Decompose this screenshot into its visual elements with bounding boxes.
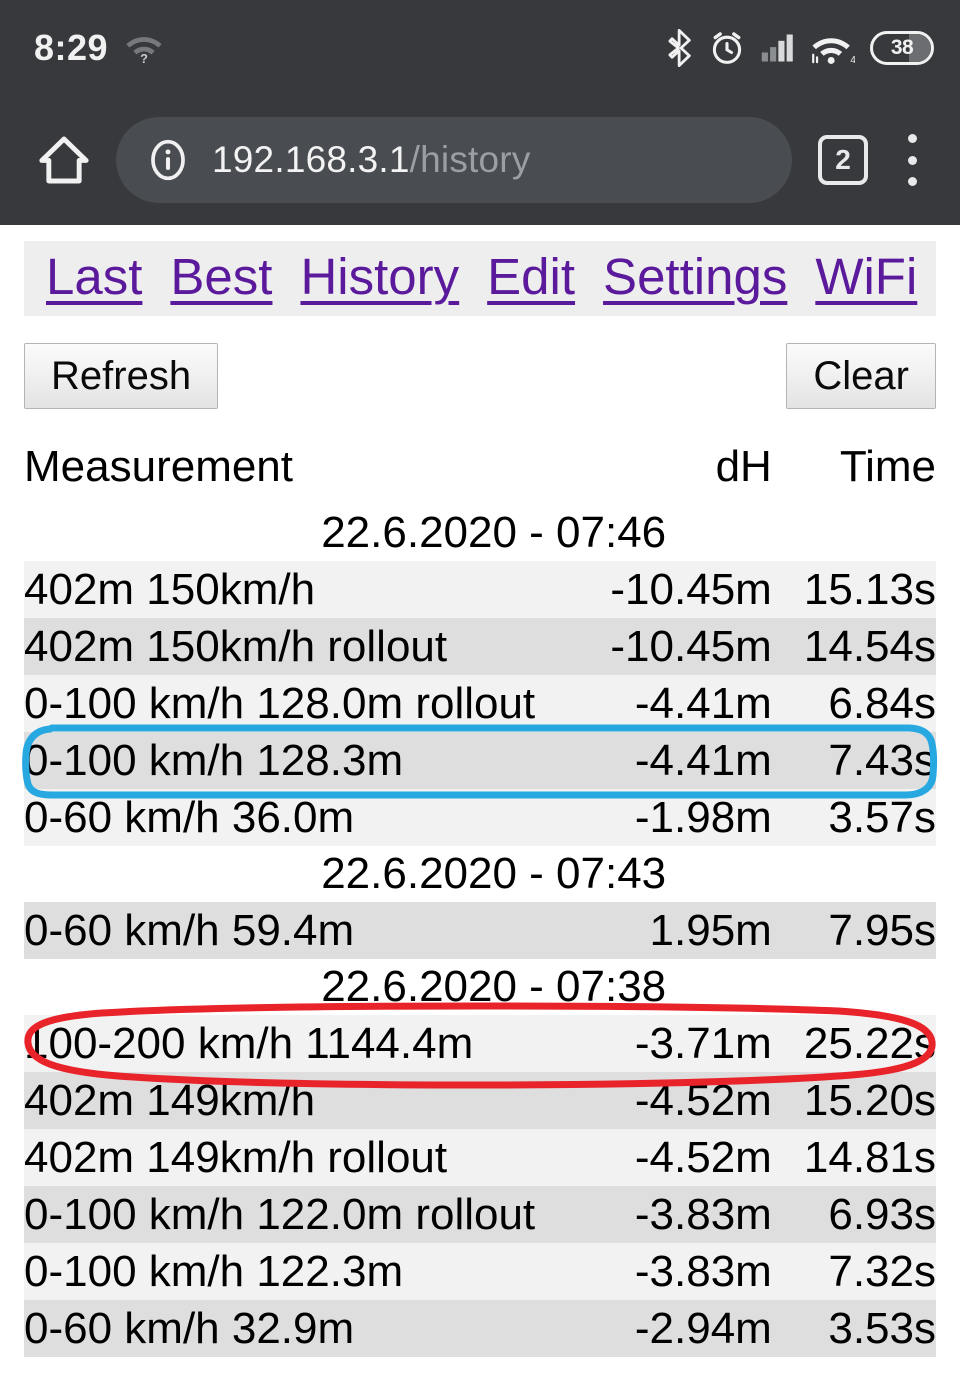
row-measurement: 100-200 km/h 1144.4m (24, 1015, 581, 1072)
kebab-dot-3 (907, 177, 917, 186)
cell-signal-icon (760, 31, 796, 65)
bluetooth-icon (668, 28, 694, 67)
row-dh: -10.45m (580, 561, 772, 618)
column-header-time: Time (771, 435, 936, 505)
home-icon[interactable] (28, 132, 100, 188)
row-dh: -3.71m (580, 1015, 772, 1072)
nav-link-wifi[interactable]: WiFi (801, 247, 931, 306)
browser-toolbar: 192.168.3.1/history 2 (0, 95, 960, 225)
row-time: 7.95s (771, 902, 936, 959)
history-table-wrapper: Measurement dH Time 22.6.2020 - 07:46 402… (22, 435, 938, 1357)
info-icon[interactable] (146, 138, 190, 182)
row-measurement: 402m 150km/h (24, 561, 581, 618)
row-measurement: 0-100 km/h 122.3m (24, 1243, 581, 1300)
site-nav: Last Best History Edit Settings WiFi (24, 241, 936, 316)
nav-link-settings[interactable]: Settings (589, 247, 801, 306)
table-date-separator: 22.6.2020 - 07:38 (24, 959, 936, 1015)
table-row: 0-60 km/h 59.4m 1.95m 7.95s (24, 902, 936, 959)
row-time: 14.54s (771, 618, 936, 675)
row-dh: -4.52m (580, 1129, 772, 1186)
svg-text:4: 4 (850, 55, 855, 66)
table-row: 0-60 km/h 36.0m -1.98m 3.57s (24, 789, 936, 846)
nav-link-history[interactable]: History (286, 247, 473, 306)
row-dh: -4.41m (580, 675, 772, 732)
row-time: 15.20s (771, 1072, 936, 1129)
url-bar[interactable]: 192.168.3.1/history (116, 117, 792, 203)
row-time: 3.57s (771, 789, 936, 846)
url-path: /history (409, 139, 531, 180)
row-measurement: 0-100 km/h 128.0m rollout (24, 675, 581, 732)
history-table: Measurement dH Time 22.6.2020 - 07:46 402… (24, 435, 936, 1357)
table-header-row: Measurement dH Time (24, 435, 936, 505)
wifi-icon: 4 (811, 30, 855, 66)
row-dh: -2.94m (580, 1300, 772, 1357)
android-status-bar: 8:29 ? 38 (0, 0, 960, 95)
status-bar-left: 8:29 ? (34, 27, 164, 69)
row-time: 7.43s (771, 732, 936, 789)
nav-link-best[interactable]: Best (156, 247, 286, 306)
battery-icon: 38 (870, 30, 934, 65)
table-row: 0-100 km/h 128.3m -4.41m 7.43s (24, 732, 936, 789)
row-measurement: 0-60 km/h 36.0m (24, 789, 581, 846)
action-button-row: Refresh Clear (24, 343, 936, 409)
row-time: 6.84s (771, 675, 936, 732)
row-dh: -10.45m (580, 618, 772, 675)
url-text[interactable]: 192.168.3.1/history (212, 139, 531, 181)
row-dh: -3.83m (580, 1243, 772, 1300)
tab-count-icon[interactable]: 2 (818, 135, 868, 185)
date-separator-label: 22.6.2020 - 07:43 (24, 846, 936, 902)
table-header: Measurement dH Time (24, 435, 936, 505)
row-dh: 1.95m (580, 902, 772, 959)
row-measurement: 0-60 km/h 32.9m (24, 1300, 581, 1357)
kebab-dot-1 (907, 134, 917, 143)
table-date-separator: 22.6.2020 - 07:46 (24, 505, 936, 561)
row-time: 15.13s (771, 561, 936, 618)
table-row: 0-100 km/h 122.0m rollout -3.83m 6.93s (24, 1186, 936, 1243)
alarm-icon (709, 29, 745, 67)
row-measurement: 0-100 km/h 122.0m rollout (24, 1186, 581, 1243)
date-separator-label: 22.6.2020 - 07:46 (24, 505, 936, 561)
kebab-dot-2 (907, 155, 917, 165)
status-clock: 8:29 (34, 26, 109, 68)
row-measurement: 0-60 km/h 59.4m (24, 902, 581, 959)
row-measurement: 0-100 km/h 128.3m (24, 732, 581, 789)
more-options-icon[interactable] (886, 130, 938, 190)
wifi-no-internet-icon: ? (124, 32, 164, 64)
row-measurement: 402m 149km/h (24, 1072, 581, 1129)
refresh-button[interactable]: Refresh (24, 343, 219, 409)
row-time: 25.22s (771, 1015, 936, 1072)
column-header-dh: dH (580, 435, 772, 505)
table-row: 100-200 km/h 1144.4m -3.71m 25.22s (24, 1015, 936, 1072)
battery-level: 38 (890, 35, 914, 59)
row-time: 3.53s (771, 1300, 936, 1357)
row-dh: -1.98m (580, 789, 772, 846)
page-content: Last Best History Edit Settings WiFi Ref… (0, 225, 960, 1357)
svg-text:?: ? (140, 51, 148, 64)
table-row: 402m 149km/h rollout -4.52m 14.81s (24, 1129, 936, 1186)
nav-link-last[interactable]: Last (24, 247, 156, 306)
url-host: 192.168.3.1 (212, 139, 410, 180)
table-date-separator: 22.6.2020 - 07:43 (24, 846, 936, 902)
table-body: 22.6.2020 - 07:46 402m 150km/h -10.45m 15.1… (24, 505, 936, 1357)
row-time: 6.93s (771, 1186, 936, 1243)
row-measurement: 402m 150km/h rollout (24, 618, 581, 675)
row-time: 14.81s (771, 1129, 936, 1186)
column-header-measurement: Measurement (24, 435, 581, 505)
table-row: 0-60 km/h 32.9m -2.94m 3.53s (24, 1300, 936, 1357)
row-time: 7.32s (771, 1243, 936, 1300)
clear-button[interactable]: Clear (786, 343, 936, 409)
row-dh: -3.83m (580, 1186, 772, 1243)
row-dh: -4.52m (580, 1072, 772, 1129)
table-row: 0-100 km/h 122.3m -3.83m 7.32s (24, 1243, 936, 1300)
table-row: 402m 150km/h -10.45m 15.13s (24, 561, 936, 618)
date-separator-label: 22.6.2020 - 07:38 (24, 959, 936, 1015)
status-bar-right: 4 38 (668, 28, 934, 67)
row-dh: -4.41m (580, 732, 772, 789)
nav-link-edit[interactable]: Edit (473, 247, 589, 306)
table-row: 0-100 km/h 128.0m rollout -4.41m 6.84s (24, 675, 936, 732)
table-row: 402m 149km/h -4.52m 15.20s (24, 1072, 936, 1129)
row-measurement: 402m 149km/h rollout (24, 1129, 581, 1186)
table-row: 402m 150km/h rollout -10.45m 14.54s (24, 618, 936, 675)
